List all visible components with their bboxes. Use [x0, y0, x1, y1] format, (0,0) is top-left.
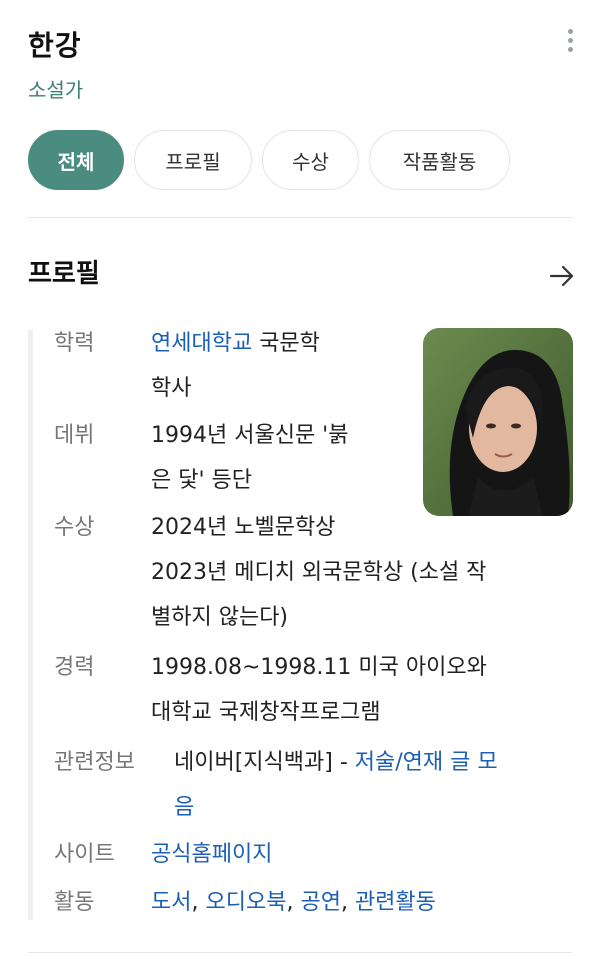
debut-line2: 은 닻' 등단 — [151, 468, 252, 493]
award-medicis-cont: 별하지 않는다) — [151, 605, 289, 630]
education-major: 국문학 — [252, 331, 320, 356]
activity-label: 활동 — [54, 890, 95, 915]
separator: , — [340, 890, 355, 915]
performance-link[interactable]: 공연 — [300, 890, 340, 915]
separator: , — [191, 890, 206, 915]
activity-value: 도서, 오디오북, 공연, 관련활동 — [151, 880, 591, 925]
books-link[interactable]: 도서 — [151, 890, 191, 915]
tab-works[interactable]: 작품활동 — [369, 130, 510, 190]
page-title: 한강 — [28, 29, 82, 62]
related-link-cont[interactable]: 음 — [174, 795, 194, 820]
site-label: 사이트 — [54, 842, 115, 867]
related-link[interactable]: 저술/연재 글 모 — [355, 750, 498, 775]
education-link[interactable]: 연세대학교 — [151, 331, 252, 356]
separator: , — [286, 890, 301, 915]
related-activity-link[interactable]: 관련활동 — [355, 890, 436, 915]
tab-awards[interactable]: 수상 — [262, 130, 359, 190]
related-source: 네이버[지식백과] - — [174, 750, 355, 775]
section-left-bar — [28, 330, 33, 920]
education-value: 연세대학교 국문학 학사 — [151, 321, 411, 411]
awards-value: 2024년 노벨문학상 2023년 메디치 외국문학상 (소설 작 별하지 않는… — [151, 505, 591, 640]
career-value: 1998.08~1998.11 미국 아이오와 대학교 국제창작프로그램 — [151, 645, 591, 735]
career-label: 경력 — [54, 655, 95, 680]
tab-bar: 전체 프로필 수상 작품활동 — [28, 130, 510, 190]
author-photo[interactable] — [423, 328, 573, 516]
awards-label: 수상 — [54, 515, 95, 540]
more-options-icon[interactable] — [560, 26, 580, 56]
award-medicis: 2023년 메디치 외국문학상 (소설 작 — [151, 560, 487, 585]
debut-label: 데뷔 — [54, 423, 95, 448]
related-value: 네이버[지식백과] - 저술/연재 글 모 음 — [174, 740, 594, 830]
education-degree: 학사 — [151, 376, 192, 401]
audiobook-link[interactable]: 오디오북 — [205, 890, 286, 915]
tab-profile[interactable]: 프로필 — [134, 130, 252, 190]
tab-all[interactable]: 전체 — [28, 130, 124, 190]
site-value: 공식홈페이지 — [151, 832, 451, 877]
award-nobel: 2024년 노벨문학상 — [151, 515, 336, 540]
education-label: 학력 — [54, 331, 95, 356]
career-line1: 1998.08~1998.11 미국 아이오와 — [151, 655, 487, 680]
section-title: 프로필 — [28, 259, 100, 289]
related-label: 관련정보 — [54, 750, 135, 775]
arrow-right-icon[interactable] — [548, 262, 576, 290]
debut-value: 1994년 서울신문 '붉 은 닻' 등단 — [151, 413, 411, 503]
homepage-link[interactable]: 공식홈페이지 — [151, 842, 272, 867]
career-line2: 대학교 국제창작프로그램 — [151, 700, 381, 725]
page-subtitle: 소설가 — [28, 78, 84, 102]
bottom-divider — [28, 952, 572, 953]
divider — [28, 217, 572, 218]
debut-line1: 1994년 서울신문 '붉 — [151, 423, 349, 448]
